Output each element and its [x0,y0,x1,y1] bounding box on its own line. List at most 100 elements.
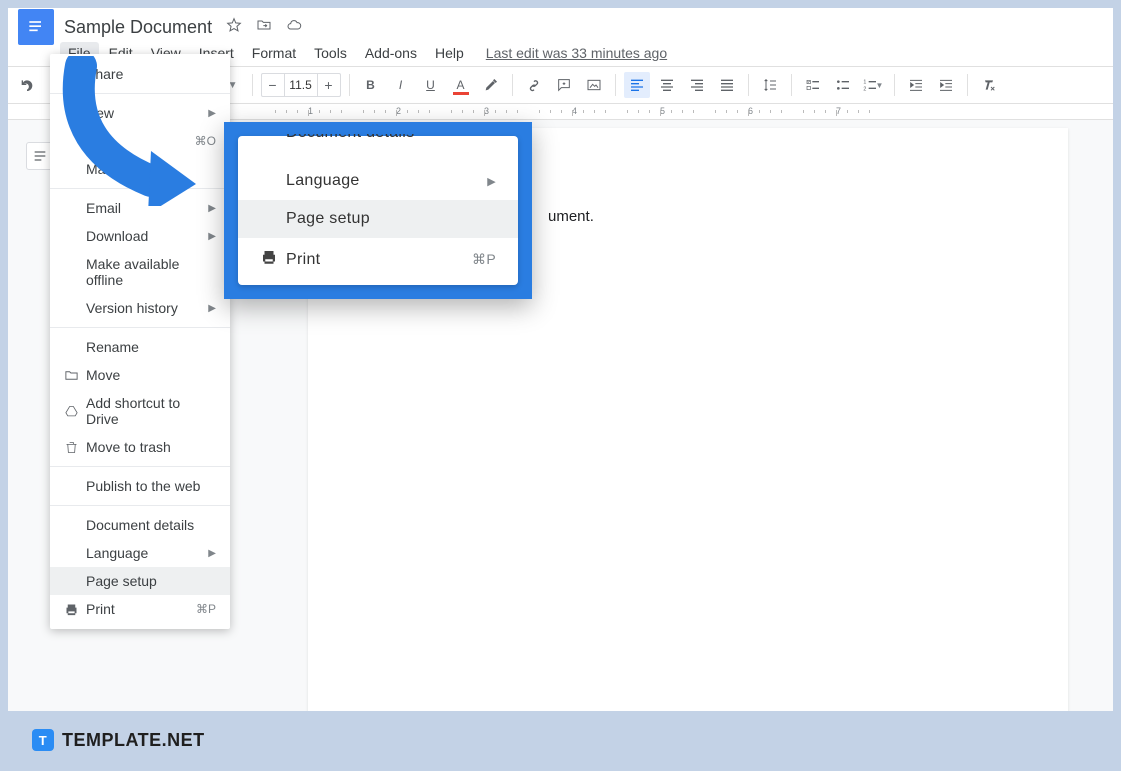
menu-download[interactable]: Download▶ [50,222,230,250]
highlight-button[interactable] [478,72,504,98]
callout-print[interactable]: Print⌘P [238,238,518,281]
font-size-increase[interactable]: + [318,74,340,96]
menu-add-shortcut[interactable]: Add shortcut to Drive [50,389,230,433]
submenu-arrow-icon: ▶ [208,548,216,559]
decrease-indent-button[interactable] [903,72,929,98]
label: Page setup [86,573,216,589]
image-button[interactable] [581,72,607,98]
drive-icon [64,404,86,419]
docs-logo-icon[interactable] [18,9,54,45]
line-spacing-button[interactable] [757,72,783,98]
watermark-text: TEMPLATE.NET [62,730,205,751]
cloud-icon[interactable] [286,17,302,38]
menu-format[interactable]: Format [244,42,304,64]
titlebar: Sample Document [8,8,1113,40]
menu-email[interactable]: Email▶ [50,194,230,222]
font-size-value[interactable]: 11.5 [284,74,318,96]
menu-help[interactable]: Help [427,42,472,64]
print-icon [260,248,286,271]
label: Email [86,200,208,216]
text-color-button[interactable]: A [448,72,474,98]
label: Move [86,367,216,383]
submenu-arrow-icon: ▶ [208,303,216,314]
callout-page-setup[interactable]: Page setup [238,200,518,238]
menu-page-setup[interactable]: Page setup [50,567,230,595]
align-center-button[interactable] [654,72,680,98]
align-left-button[interactable] [624,72,650,98]
star-icon[interactable] [226,17,242,38]
align-right-button[interactable] [684,72,710,98]
link-button[interactable] [521,72,547,98]
separator [967,74,968,96]
svg-text:1: 1 [863,80,866,86]
print-icon [64,602,86,617]
watermark: T TEMPLATE.NET [32,729,205,751]
separator [349,74,350,96]
submenu-arrow-icon: ▶ [487,175,496,188]
separator [894,74,895,96]
menu-version-history[interactable]: Version history▶ [50,294,230,322]
callout-language[interactable]: Language▶ [238,162,518,200]
menu-addons[interactable]: Add-ons [357,42,425,64]
menu-print[interactable]: Print⌘P [50,595,230,623]
label: Share [86,66,216,82]
title-icons [226,17,302,38]
menu-move[interactable]: Move [50,361,230,389]
menu-language[interactable]: Language▶ [50,539,230,567]
move-folder-icon[interactable] [256,17,272,38]
align-justify-button[interactable] [714,72,740,98]
menu-make-copy[interactable]: Make py [50,155,230,183]
label: New [86,105,208,121]
numbered-list-button[interactable]: 12▼ [860,72,886,98]
folder-icon [64,368,86,383]
label: Print [286,251,472,269]
callout-doc-details[interactable]: Document details [238,134,518,162]
label: Add shortcut to Drive [86,395,216,427]
separator [791,74,792,96]
menu-document-details[interactable]: Document details [50,511,230,539]
callout-zoom: Document details Language▶ Page setup Pr… [224,122,532,299]
label: Rename [86,339,216,355]
font-size-decrease[interactable]: − [262,74,284,96]
italic-button[interactable]: I [388,72,414,98]
shortcut: ⌘P [196,602,216,616]
label: Move to trash [86,439,216,455]
label: Version history [86,300,208,316]
doc-title[interactable]: Sample Document [64,17,212,38]
bold-button[interactable]: B [358,72,384,98]
checklist-button[interactable] [800,72,826,98]
label: Language [86,545,208,561]
menu-move-trash[interactable]: Move to trash [50,433,230,461]
undo-button[interactable] [14,72,40,98]
label: en [86,133,195,149]
menu-available-offline[interactable]: Make available offline [50,250,230,294]
callout-menu: Document details Language▶ Page setup Pr… [238,136,518,285]
comment-button[interactable] [551,72,577,98]
menu-rename[interactable]: Rename [50,333,230,361]
menu-new[interactable]: New▶ [50,99,230,127]
menu-share[interactable]: Share [50,60,230,88]
label: Print [86,601,196,617]
last-edit-link[interactable]: Last edit was 33 minutes ago [486,45,667,61]
clear-formatting-button[interactable] [976,72,1002,98]
submenu-arrow-icon: ▶ [208,108,216,119]
separator [748,74,749,96]
shortcut: ⌘O [195,134,216,148]
shortcut: ⌘P [472,251,496,268]
bulleted-list-button[interactable] [830,72,856,98]
submenu-arrow-icon: ▶ [208,203,216,214]
file-dropdown: Share New▶ en⌘O Make py Email▶ Download▶… [50,54,230,629]
menu-tools[interactable]: Tools [306,42,355,64]
menu-open[interactable]: en⌘O [50,127,230,155]
trash-icon [64,440,86,455]
increase-indent-button[interactable] [933,72,959,98]
label: Download [86,228,208,244]
label: Language [286,172,487,190]
label: Make available offline [86,256,216,288]
label: Publish to the web [86,478,216,494]
caret-icon: ▼ [876,81,884,90]
label: Document details [286,134,496,152]
menu-publish[interactable]: Publish to the web [50,472,230,500]
underline-button[interactable]: U [418,72,444,98]
label: Page setup [286,210,496,228]
